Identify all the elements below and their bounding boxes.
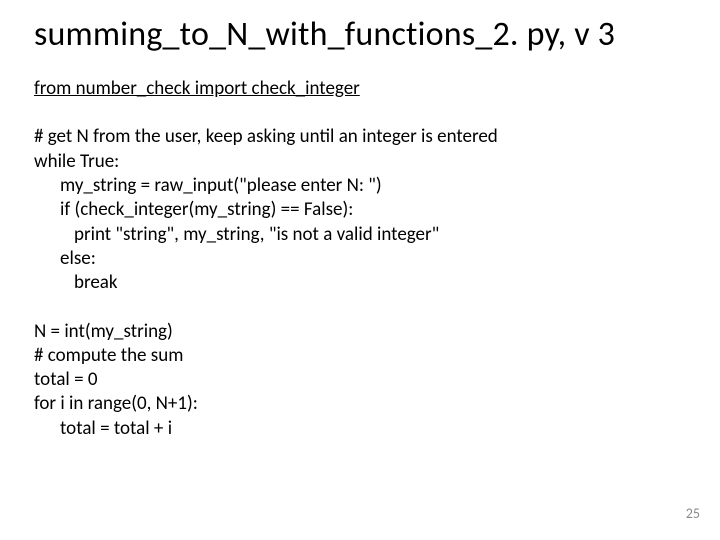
import-line: from number_check import check_integer: [34, 77, 686, 101]
slide: summing_to_N_with_functions_2. py, v 3 f…: [0, 0, 720, 540]
spacer: [34, 101, 686, 125]
slide-title: summing_to_N_with_functions_2. py, v 3: [34, 14, 686, 55]
spacer: [34, 296, 686, 320]
page-number: 25: [686, 505, 700, 522]
code-line: if (check_integer(my_string) == False):: [34, 198, 686, 222]
code-line: total = total + i: [34, 417, 686, 441]
code-line: else:: [34, 247, 686, 271]
code-line: while True:: [34, 150, 686, 174]
code-body: from number_check import check_integer #…: [34, 77, 686, 441]
code-line: # get N from the user, keep asking until…: [34, 125, 686, 149]
code-line: break: [34, 271, 686, 295]
code-line: for i in range(0, N+1):: [34, 392, 686, 416]
code-line: total = 0: [34, 368, 686, 392]
code-line: N = int(my_string): [34, 320, 686, 344]
code-line: # compute the sum: [34, 344, 686, 368]
code-line: my_string = raw_input("please enter N: "…: [34, 174, 686, 198]
code-line: print "string", my_string, "is not a val…: [34, 223, 686, 247]
